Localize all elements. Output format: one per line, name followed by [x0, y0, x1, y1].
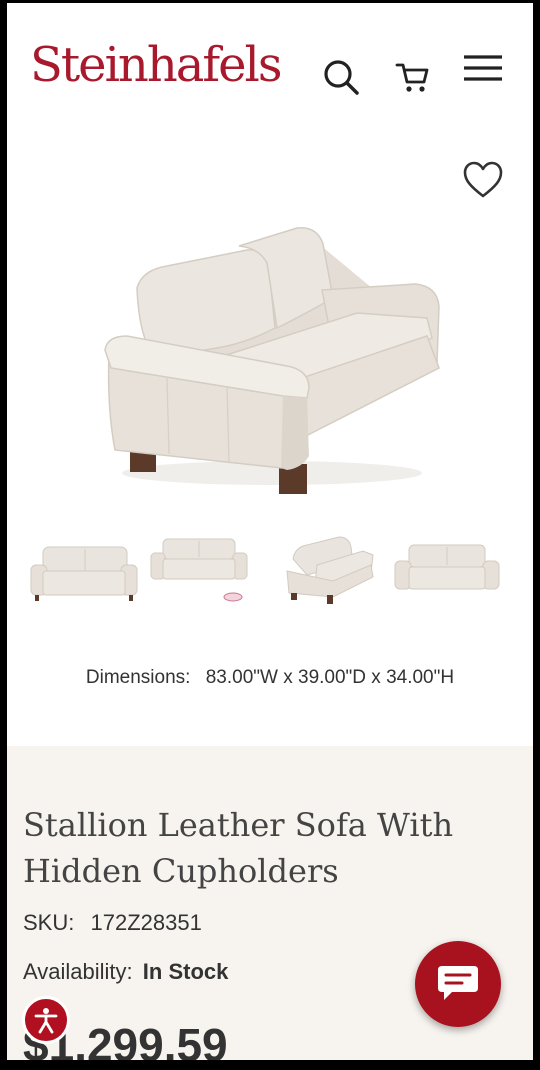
dimensions-value: 83.00"W x 39.00"D x 34.00"H [205, 667, 455, 688]
search-icon[interactable] [322, 58, 360, 96]
accessibility-icon [34, 1008, 58, 1034]
product-thumbnail[interactable] [277, 533, 377, 607]
sku-label: SKU: [23, 910, 75, 935]
product-thumbnail[interactable] [29, 541, 139, 607]
heart-icon[interactable] [462, 160, 504, 200]
product-thumbnail[interactable] [149, 533, 249, 607]
cart-icon[interactable] [395, 59, 431, 95]
product-sku: SKU: 172Z28351 [23, 910, 202, 936]
hamburger-menu-icon[interactable] [462, 53, 504, 85]
product-thumbnail[interactable] [393, 541, 501, 601]
brand-logo[interactable]: Steinhafels [30, 41, 283, 89]
product-main-image [104, 227, 440, 494]
product-title: Stallion Leather Sofa With Hidden Cuphol… [23, 806, 454, 890]
chat-button[interactable] [415, 941, 501, 1027]
page-frame: Steinhafels Dimensions: 83.00"W x 39.00"… [7, 3, 533, 1060]
sku-value: 172Z28351 [90, 910, 202, 935]
product-dimensions: Dimensions: 83.00"W x 39.00"D x 34.00"H [7, 667, 533, 689]
dimensions-label: Dimensions: [85, 667, 191, 688]
accessibility-button[interactable] [22, 996, 70, 1044]
chat-bubble-icon [438, 966, 478, 1000]
product-availability: Availability: In Stock [23, 959, 228, 985]
availability-value: In Stock [142, 959, 229, 984]
availability-label: Availability: [23, 959, 133, 984]
